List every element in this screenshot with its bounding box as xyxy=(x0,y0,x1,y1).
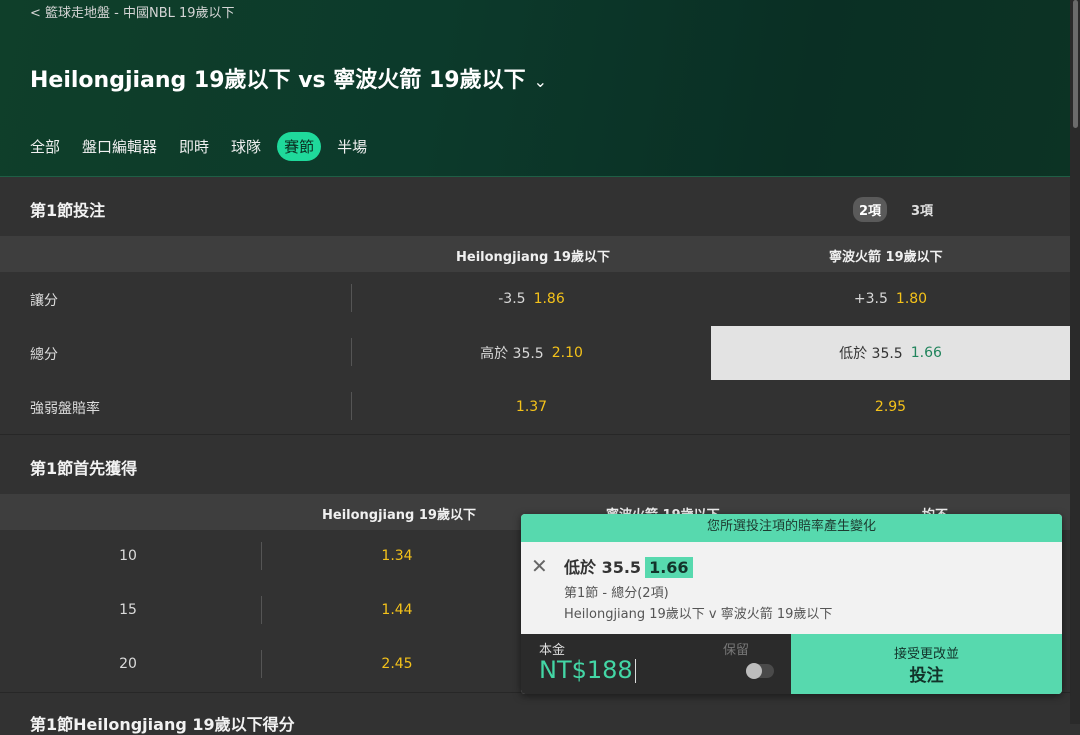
odds-button-home-first-to-10[interactable]: 1.34 xyxy=(262,548,532,564)
col-team-home: Heilongjiang 19歲以下 xyxy=(456,250,610,265)
section-title-q1-bets[interactable]: 第1節投注 xyxy=(30,197,105,221)
chevron-down-icon[interactable]: ⌄ xyxy=(534,72,547,91)
market-label: 讓分 xyxy=(30,293,58,309)
tab-teams[interactable]: 球隊 xyxy=(231,136,261,157)
accept-and-place-bet-button[interactable]: 接受更改並 投注 xyxy=(791,634,1062,694)
text-caret xyxy=(634,659,636,683)
line-value: 高於 35.5 xyxy=(480,346,544,362)
section-title-first-to[interactable]: 第1節首先獲得 xyxy=(30,455,137,479)
selection-market: 第1節 - 總分(2項) xyxy=(564,586,669,601)
keep-label: 保留 xyxy=(723,643,750,658)
accept-button-line1: 接受更改並 xyxy=(893,647,959,662)
col-team-home: Heilongjiang 19歲以下 xyxy=(322,508,476,523)
market-row-moneyline: 強弱盤賠率 1.37 2.95 xyxy=(0,380,1070,435)
points-target: 20 xyxy=(119,656,137,672)
odds-change-notice: 您所選投注項的賠率產生變化 xyxy=(521,514,1062,542)
odds-value: 2.95 xyxy=(874,399,907,415)
close-icon[interactable]: ✕ xyxy=(531,554,548,578)
accept-button-line2: 投注 xyxy=(909,666,944,686)
column-header-row: Heilongjiang 19歲以下 寧波火箭 19歲以下 xyxy=(0,236,1070,272)
bet-slip-selection: ✕ 低於 35.5 1.66 第1節 - 總分(2項) Heilongjiang … xyxy=(521,542,1062,634)
odds-value: 1.86 xyxy=(533,291,565,307)
market-row-spread: 讓分 -3.5 1.86 +3.5 1.80 xyxy=(0,272,1070,327)
line-value: -3.5 xyxy=(498,291,526,307)
section-title-home-points[interactable]: 第1節Heilongjiang 19歲以下得分 xyxy=(30,711,295,735)
tab-market-editor[interactable]: 盤口編輯器 xyxy=(82,136,157,157)
stake-area: 本金 NT$188 保留 xyxy=(521,634,791,694)
odds-button-home-first-to-15[interactable]: 1.44 xyxy=(262,602,532,618)
tab-quarters[interactable]: 賽節 xyxy=(277,131,322,161)
match-title[interactable]: Heilongjiang 19歲以下 vs 寧波火箭 19歲以下 ⌄ xyxy=(30,62,547,94)
odds-button-home-first-to-20[interactable]: 2.45 xyxy=(262,656,532,672)
market-label: 總分 xyxy=(30,347,58,363)
stake-input[interactable]: NT$188 xyxy=(539,656,636,684)
points-target: 10 xyxy=(119,548,137,564)
stake-value: NT$188 xyxy=(539,656,633,684)
line-value: +3.5 xyxy=(853,291,888,307)
tab-half[interactable]: 半場 xyxy=(337,136,367,157)
odds-button-over[interactable]: 高於 35.5 2.10 xyxy=(352,326,711,380)
toggle-2-way[interactable]: 2項 xyxy=(853,197,888,222)
tab-all[interactable]: 全部 xyxy=(30,136,60,157)
tab-live[interactable]: 即時 xyxy=(179,136,209,157)
market-tabs: 全部 盤口編輯器 即時 球隊 賽節 半場 xyxy=(30,131,389,161)
odds-value: 2.10 xyxy=(551,345,583,361)
odds-value: 1.80 xyxy=(895,291,928,307)
match-header: < 籃球走地盤 - 中國NBL 19歲以下 Heilongjiang 19歲以下… xyxy=(0,0,1070,176)
odds-button-home-spread[interactable]: -3.5 1.86 xyxy=(352,272,711,326)
odds-value: 1.66 xyxy=(910,345,942,361)
toggle-3-way[interactable]: 3項 xyxy=(905,197,939,222)
breadcrumb[interactable]: < 籃球走地盤 - 中國NBL 19歲以下 xyxy=(30,2,235,21)
line-value: 低於 35.5 xyxy=(839,346,903,362)
selection-line: 低於 35.5 1.66 xyxy=(564,554,693,578)
market-row-total: 總分 高於 35.5 2.10 低於 35.5 1.66 xyxy=(0,326,1070,381)
selection-name: 低於 35.5 xyxy=(564,558,642,577)
odds-button-away-spread[interactable]: +3.5 1.80 xyxy=(711,272,1070,326)
scrollbar-thumb[interactable] xyxy=(1073,0,1078,128)
odds-button-home-moneyline[interactable]: 1.37 xyxy=(352,380,711,434)
selection-odds: 1.66 xyxy=(645,557,693,578)
points-target: 15 xyxy=(119,602,137,618)
selection-match: Heilongjiang 19歲以下 v 寧波火箭 19歲以下 xyxy=(564,607,833,622)
keep-toggle-knob[interactable] xyxy=(746,663,762,679)
match-title-text: Heilongjiang 19歲以下 vs 寧波火箭 19歲以下 xyxy=(30,68,526,93)
odds-value: 1.37 xyxy=(515,399,548,415)
market-label: 強弱盤賠率 xyxy=(30,401,100,417)
odds-button-away-moneyline[interactable]: 2.95 xyxy=(711,380,1070,434)
col-team-away: 寧波火箭 19歲以下 xyxy=(829,250,943,265)
odds-button-under-selected[interactable]: 低於 35.5 1.66 xyxy=(711,326,1070,380)
bet-slip-popup: 您所選投注項的賠率產生變化 ✕ 低於 35.5 1.66 第1節 - 總分(2項)… xyxy=(521,514,1062,694)
